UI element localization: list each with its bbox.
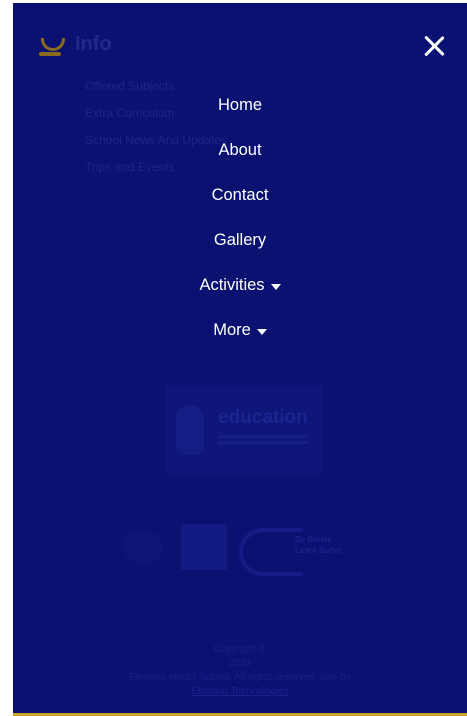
partner-logo: [123, 530, 163, 564]
footer-credit-link[interactable]: Ebomvu Technologies: [13, 685, 467, 699]
page-header: Info: [39, 33, 112, 56]
menu-item-label: Gallery: [213, 231, 267, 249]
school-logo-icon: [39, 34, 65, 56]
menu-item-more[interactable]: More: [13, 308, 467, 353]
caret-down-icon: [270, 283, 281, 290]
coat-of-arms-icon: [176, 405, 204, 455]
menu-item-label: Contact: [211, 186, 269, 204]
partner-logo: [181, 524, 227, 570]
mobile-menu-overlay: Info Offered Subjects Extra Curriculum S…: [13, 3, 467, 713]
menu-item-label: Activities: [199, 276, 265, 294]
menu-item-home[interactable]: Home: [13, 83, 467, 128]
close-icon[interactable]: [421, 33, 447, 59]
partner-slogan: Be Better, Learn Better: [295, 535, 343, 555]
menu-item-label: Home: [217, 96, 262, 114]
footer: Copyright © 2023 Ebomvu Model School. Al…: [13, 643, 467, 699]
footer-year: 2023: [228, 658, 252, 669]
caret-down-icon: [256, 328, 267, 335]
education-logo: education: [166, 385, 322, 475]
education-logo-text: education: [218, 407, 308, 428]
footer-rights: Ebomvu Model School. All rights reserved…: [129, 672, 351, 683]
main-menu: Home About Contact Gallery Activities Mo…: [13, 83, 467, 353]
menu-item-gallery[interactable]: Gallery: [13, 218, 467, 263]
menu-item-activities[interactable]: Activities: [13, 263, 467, 308]
page-title: Info: [75, 33, 112, 55]
menu-item-contact[interactable]: Contact: [13, 173, 467, 218]
partner-logos: Be Better, Learn Better: [123, 524, 363, 576]
menu-item-label: More: [213, 321, 251, 339]
menu-item-label: About: [218, 141, 262, 159]
partner-logo: [239, 528, 303, 576]
footer-copyright: Copyright ©: [213, 644, 267, 655]
menu-item-about[interactable]: About: [13, 128, 467, 173]
